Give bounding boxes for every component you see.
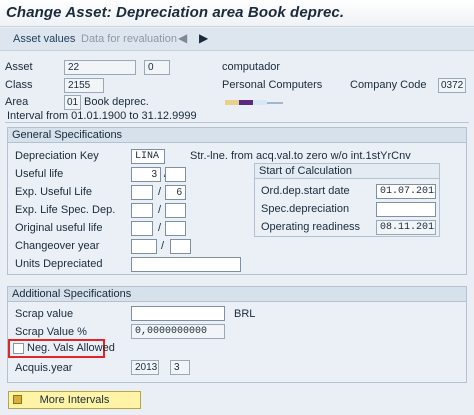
asset-number-field[interactable]: 22 bbox=[64, 60, 136, 75]
exp-life-spec-years-field[interactable] bbox=[131, 203, 153, 218]
additional-specifications-title: Additional Specifications bbox=[8, 287, 466, 302]
exp-useful-life-periods-field[interactable]: 6 bbox=[165, 185, 186, 200]
window-title: Change Asset: Depreciation area Book dep… bbox=[6, 4, 345, 21]
units-depreciated-field[interactable] bbox=[131, 257, 241, 272]
company-code-field[interactable]: 0372 bbox=[438, 78, 466, 93]
area-field[interactable]: 01 bbox=[64, 95, 81, 110]
asset-description: computador bbox=[222, 61, 281, 73]
slash-separator: / bbox=[158, 204, 162, 216]
exp-life-spec-dep-label: Exp. Life Spec. Dep. bbox=[15, 204, 116, 216]
units-depreciated-label: Units Depreciated bbox=[15, 258, 103, 270]
slash-separator: / bbox=[158, 186, 162, 198]
intervals-icon bbox=[13, 395, 22, 404]
acquis-year-label: Acquis.year bbox=[15, 362, 73, 374]
exp-useful-life-years-field[interactable] bbox=[131, 185, 153, 200]
next-arrow-icon[interactable]: ▶ bbox=[199, 31, 208, 45]
start-of-calculation-title: Start of Calculation bbox=[255, 164, 439, 179]
more-intervals-label: More Intervals bbox=[39, 394, 110, 406]
exp-life-spec-periods-field[interactable] bbox=[165, 203, 186, 218]
area-name: Book deprec. bbox=[84, 96, 149, 108]
original-life-periods-field[interactable] bbox=[165, 221, 186, 236]
changeover-period-field[interactable] bbox=[170, 239, 191, 254]
asset-values-button[interactable]: Asset values bbox=[13, 33, 75, 45]
operating-readiness-field[interactable]: 08.11.2012 bbox=[376, 220, 436, 235]
acquis-year-field[interactable]: 2013 bbox=[131, 360, 159, 375]
asset-label: Asset bbox=[5, 61, 33, 73]
neg-vals-allowed-checkbox[interactable] bbox=[13, 343, 24, 354]
ord-dep-start-label: Ord.dep.start date bbox=[261, 185, 350, 197]
scrap-value-percent-field[interactable]: 0,0000000000 bbox=[131, 324, 225, 339]
scrap-currency: BRL bbox=[234, 308, 256, 320]
interval-heading: Interval from 01.01.1900 to 31.12.9999 bbox=[5, 110, 469, 123]
general-specifications-title: General Specifications bbox=[8, 128, 466, 143]
changeover-year-label: Changeover year bbox=[15, 240, 100, 252]
operating-readiness-label: Operating readiness bbox=[261, 221, 361, 233]
scrap-value-label: Scrap value bbox=[15, 308, 74, 320]
useful-life-years-field[interactable]: 3 bbox=[131, 167, 161, 182]
depreciation-key-label: Depreciation Key bbox=[15, 150, 99, 162]
application-toolbar: Asset values Data for revaluation ◀ ▶ bbox=[0, 28, 474, 51]
class-label: Class bbox=[5, 79, 33, 91]
changeover-year-field[interactable] bbox=[131, 239, 157, 254]
depreciation-key-description: Str.-lne. from acq.val.to zero w/o int.1… bbox=[190, 150, 411, 162]
area-label: Area bbox=[5, 96, 29, 108]
title-bar: Change Asset: Depreciation area Book dep… bbox=[0, 0, 474, 27]
asset-subnumber-field[interactable]: 0 bbox=[144, 60, 170, 75]
ord-dep-start-date-field[interactable]: 01.07.2012 bbox=[376, 184, 436, 199]
class-field[interactable]: 2155 bbox=[64, 78, 104, 93]
exp-useful-life-label: Exp. Useful Life bbox=[15, 186, 93, 198]
useful-life-periods-field[interactable] bbox=[165, 167, 186, 182]
company-code-label: Company Code bbox=[350, 79, 427, 91]
slash-separator: / bbox=[158, 222, 162, 234]
previous-arrow-icon[interactable]: ◀ bbox=[178, 31, 187, 45]
depreciation-key-field[interactable]: LINA bbox=[131, 149, 165, 164]
useful-life-label: Useful life bbox=[15, 168, 64, 180]
slash-separator: / bbox=[161, 240, 165, 252]
spec-depreciation-field[interactable] bbox=[376, 202, 436, 217]
data-for-revaluation-button[interactable]: Data for revaluation bbox=[81, 33, 177, 45]
scrap-value-field[interactable] bbox=[131, 306, 225, 321]
more-intervals-button[interactable]: More Intervals bbox=[8, 391, 141, 409]
original-useful-life-label: Original useful life bbox=[15, 222, 103, 234]
acquis-period-field[interactable]: 3 bbox=[170, 360, 190, 375]
scrap-value-percent-label: Scrap Value % bbox=[15, 326, 87, 338]
class-description: Personal Computers bbox=[222, 79, 323, 91]
neg-vals-allowed-label: Neg. Vals Allowed bbox=[27, 342, 115, 354]
original-life-years-field[interactable] bbox=[131, 221, 153, 236]
spec-depreciation-label: Spec.depreciation bbox=[261, 203, 350, 215]
